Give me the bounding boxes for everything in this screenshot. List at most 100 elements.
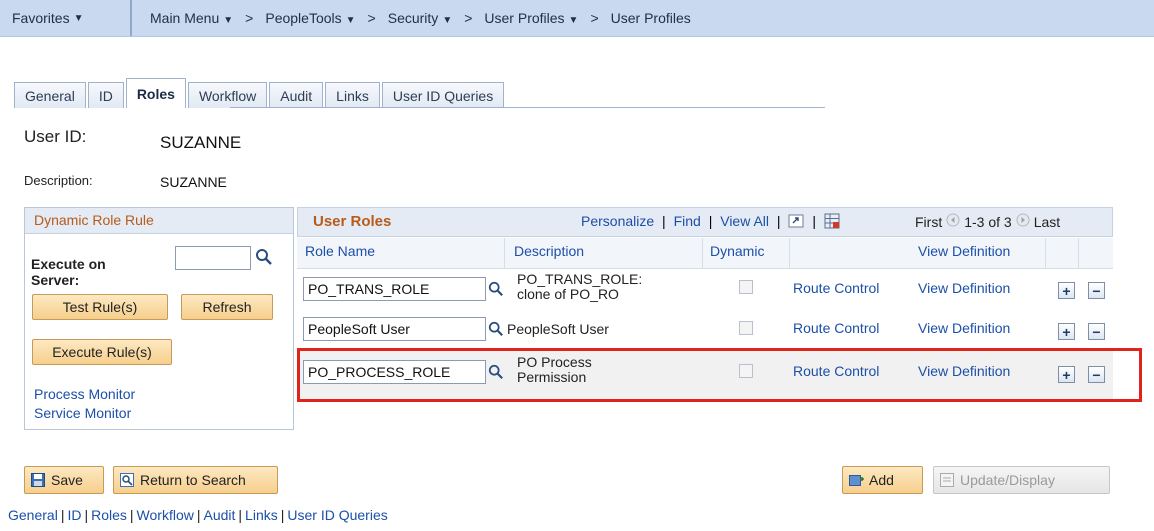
tab-links[interactable]: Links <box>325 82 380 108</box>
description-line: clone of PO_RO <box>517 286 619 302</box>
breadcrumb-security[interactable]: Security ▼ <box>388 10 452 26</box>
link-audit[interactable]: Audit <box>203 507 235 523</box>
pipe-separator: | <box>84 507 89 523</box>
add-label: Add <box>869 472 894 488</box>
column-divider <box>1078 238 1079 268</box>
tab-user-id-queries[interactable]: User ID Queries <box>381 82 505 108</box>
return-to-search-label: Return to Search <box>140 472 246 488</box>
save-button[interactable]: Save <box>24 466 104 494</box>
description-label: Description: <box>24 173 93 188</box>
return-to-search-button[interactable]: Return to Search <box>113 466 278 494</box>
tab-general[interactable]: General <box>14 82 86 108</box>
previous-arrow-icon[interactable] <box>946 213 960 230</box>
dynamic-checkbox <box>739 321 753 335</box>
top-navigation-bar: Favorites ▼ Main Menu ▼ > PeopleTools ▼ > S… <box>0 0 1154 37</box>
view-definition-link[interactable]: View Definition <box>918 320 1010 336</box>
column-description[interactable]: Description <box>514 243 584 259</box>
test-rules-button[interactable]: Test Rule(s) <box>32 294 168 320</box>
tab-roles[interactable]: Roles <box>125 78 186 108</box>
delete-row-icon[interactable]: − <box>1088 323 1105 340</box>
search-icon[interactable] <box>488 321 504 340</box>
process-monitor-link[interactable]: Process Monitor <box>34 386 135 402</box>
chevron-down-icon: ▼ <box>568 15 579 26</box>
role-name-input[interactable]: PO_TRANS_ROLE <box>303 277 486 301</box>
search-icon[interactable] <box>488 281 504 300</box>
favorites-menu[interactable]: Favorites ▼ <box>0 0 130 36</box>
range-label: 1-3 of 3 <box>964 213 1012 230</box>
update-display-button[interactable]: Update/Display <box>933 466 1110 494</box>
tab-id[interactable]: ID <box>87 82 124 108</box>
execute-rules-button[interactable]: Execute Rule(s) <box>32 339 172 365</box>
role-description: PeopleSoft User <box>507 322 609 337</box>
chevron-down-icon: ▼ <box>345 15 356 26</box>
view-definition-link[interactable]: View Definition <box>918 280 1010 296</box>
pipe-separator: | <box>196 507 201 523</box>
execute-on-server-input[interactable] <box>175 246 251 270</box>
view-all-link[interactable]: View All <box>720 213 769 229</box>
personalize-link[interactable]: Personalize <box>581 213 654 229</box>
role-name-input[interactable]: PeopleSoft User <box>303 317 486 341</box>
description-value: SUZANNE <box>160 174 227 190</box>
download-grid-icon[interactable] <box>824 213 840 232</box>
route-control-link[interactable]: Route Control <box>793 320 879 336</box>
pipe-separator: | <box>812 213 816 230</box>
column-role-name[interactable]: Role Name <box>305 243 375 259</box>
breadcrumb-user-profiles[interactable]: User Profiles <box>611 10 691 26</box>
tab-underline <box>230 107 825 108</box>
execute-on-server-label: Execute on Server: <box>31 256 106 288</box>
column-view-definition[interactable]: View Definition <box>918 243 1010 259</box>
link-links[interactable]: Links <box>245 507 278 523</box>
dynamic-checkbox <box>739 280 753 294</box>
next-arrow-icon[interactable] <box>1016 213 1030 230</box>
role-description: PO_TRANS_ROLE: clone of PO_RO <box>517 272 642 302</box>
pipe-separator: | <box>662 213 666 230</box>
save-label: Save <box>51 472 83 488</box>
grid-title: User Roles <box>313 213 392 230</box>
pipe-separator: | <box>708 213 713 230</box>
dynamic-role-rule-panel: Dynamic Role Rule Execute on Server: Tes… <box>24 207 294 430</box>
link-roles[interactable]: Roles <box>91 507 127 523</box>
return-to-search-icon <box>120 473 134 487</box>
delete-row-icon[interactable]: − <box>1088 282 1105 299</box>
description-line: PO_TRANS_ROLE: <box>517 271 643 287</box>
refresh-button[interactable]: Refresh <box>181 294 273 320</box>
pipe-separator: | <box>60 507 65 523</box>
add-button[interactable]: Add <box>842 466 923 494</box>
chevron-down-icon: ▼ <box>73 12 84 24</box>
grid-pagination: First 1-3 of 3 Last <box>915 213 1060 230</box>
panel-title: Dynamic Role Rule <box>25 208 293 234</box>
column-divider <box>789 238 790 268</box>
add-row-icon[interactable]: + <box>1058 282 1075 299</box>
service-monitor-link[interactable]: Service Monitor <box>34 405 131 421</box>
column-dynamic[interactable]: Dynamic <box>710 243 764 259</box>
link-workflow[interactable]: Workflow <box>137 507 194 523</box>
first-label: First <box>915 213 943 230</box>
link-general[interactable]: General <box>8 507 58 523</box>
breadcrumb-label: User Profiles <box>484 10 565 26</box>
tab-workflow[interactable]: Workflow <box>187 82 268 108</box>
search-icon[interactable] <box>255 248 273 266</box>
breadcrumb-separator-icon: > <box>367 10 376 26</box>
breadcrumb: Main Menu ▼ > PeopleTools ▼ > Security ▼ > … <box>150 0 691 36</box>
favorites-label: Favorites <box>12 10 70 26</box>
user-id-value: SUZANNE <box>160 133 242 152</box>
column-divider <box>1045 238 1046 268</box>
bottom-tab-links: General | ID | Roles | Workflow | Audit | Links | Us… <box>8 507 388 523</box>
link-user-id-queries[interactable]: User ID Queries <box>287 507 387 523</box>
link-id[interactable]: ID <box>67 507 81 523</box>
pipe-separator: | <box>238 507 243 523</box>
description-line: PeopleSoft User <box>507 321 609 337</box>
pipe-separator: | <box>280 507 285 523</box>
route-control-link[interactable]: Route Control <box>793 280 879 296</box>
breadcrumb-user-profiles-menu[interactable]: User Profiles ▼ <box>484 10 578 26</box>
highlight-box <box>297 348 1142 402</box>
last-label: Last <box>1033 213 1061 230</box>
zoom-icon[interactable] <box>788 214 804 231</box>
add-row-icon[interactable]: + <box>1058 323 1075 340</box>
find-link[interactable]: Find <box>674 213 701 229</box>
grid-toolbar: Personalize | Find | View All | | <box>581 213 840 232</box>
tab-audit[interactable]: Audit <box>269 82 324 108</box>
breadcrumb-separator-icon: > <box>245 10 254 26</box>
breadcrumb-peopletools[interactable]: PeopleTools ▼ <box>265 10 355 26</box>
main-menu[interactable]: Main Menu ▼ <box>150 10 233 26</box>
